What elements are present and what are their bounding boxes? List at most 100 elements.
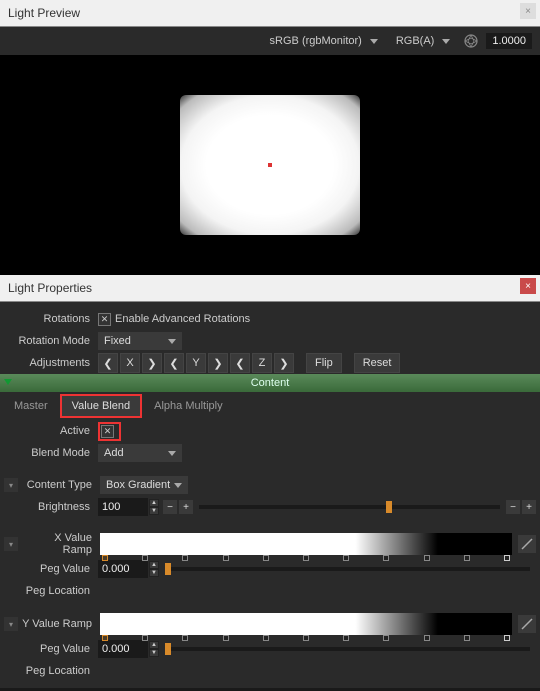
brightness-plus[interactable]: + [179, 500, 193, 514]
tab-alpha-multiply[interactable]: Alpha Multiply [144, 396, 232, 416]
channels-value: RGB(A) [396, 35, 435, 47]
x-ramp-handle-1[interactable] [142, 555, 148, 561]
tab-value-blend[interactable]: Value Blend [60, 394, 143, 418]
z-axis-button[interactable]: Z [252, 353, 272, 373]
rotation-mode-label: Rotation Mode [4, 335, 98, 347]
content-header-label: Content [251, 377, 290, 389]
brightness-row: Brightness ▲▼ − + − + [0, 496, 540, 518]
y-ramp-handle-end[interactable] [504, 635, 510, 641]
aperture-icon[interactable] [462, 32, 480, 50]
x-peg-value-input[interactable] [98, 560, 148, 578]
brightness-range-plus[interactable]: + [522, 500, 536, 514]
y-ramp-handle-5[interactable] [303, 635, 309, 641]
content-type-label: Content Type [22, 479, 100, 491]
y-peg-slider[interactable] [165, 647, 530, 651]
enable-adv-rotations-checkbox[interactable] [98, 313, 111, 326]
properties-title: Light Properties [8, 281, 92, 295]
brightness-spinner[interactable]: ▲▼ [149, 499, 159, 515]
close-properties-button[interactable]: × [520, 278, 536, 294]
content-type-select[interactable]: Box Gradient [100, 476, 188, 494]
x-right-button[interactable]: ❯ [142, 353, 162, 373]
x-ramp-handle-3[interactable] [223, 555, 229, 561]
y-peg-value-input[interactable] [98, 640, 148, 658]
adjustments-bar: ❮ X ❯ ❮ Y ❯ ❮ Z ❯ Flip Reset [98, 353, 400, 373]
y-axis-button[interactable]: Y [186, 353, 206, 373]
content-header[interactable]: Content [0, 374, 540, 392]
y-peg-location-label: Peg Location [4, 665, 98, 677]
close-preview-button[interactable]: × [520, 3, 536, 19]
chevron-down-icon [442, 39, 450, 44]
active-row: Active [0, 420, 540, 442]
x-ramp-handle-end[interactable] [504, 555, 510, 561]
y-ramp-handle-2[interactable] [182, 635, 188, 641]
center-marker [268, 163, 272, 167]
x-peg-spinner[interactable]: ▲▼ [149, 561, 159, 577]
brightness-input[interactable] [98, 498, 148, 516]
blend-mode-row: Blend Mode Add [0, 442, 540, 464]
x-ramp-curve-toggle[interactable] [518, 535, 536, 553]
x-ramp-handles [100, 555, 512, 561]
x-ramp-handle-7[interactable] [383, 555, 389, 561]
brightness-slider-handle[interactable] [386, 501, 392, 513]
active-checkbox[interactable] [101, 425, 114, 438]
y-peg-value-row: Peg Value ▲▼ [0, 638, 540, 660]
x-peg-location-row: Peg Location [0, 580, 540, 602]
x-peg-slider-handle[interactable] [165, 563, 171, 575]
y-ramp-handle-0[interactable] [102, 635, 108, 641]
chevron-down-icon [174, 483, 182, 488]
x-ramp-handle-2[interactable] [182, 555, 188, 561]
light-shape [180, 95, 360, 235]
z-right-button[interactable]: ❯ [274, 353, 294, 373]
blend-mode-select[interactable]: Add [98, 444, 182, 462]
x-peg-location-label: Peg Location [4, 585, 98, 597]
x-ramp-handle-9[interactable] [464, 555, 470, 561]
preview-viewport[interactable] [0, 55, 540, 275]
x-ramp-handle-8[interactable] [424, 555, 430, 561]
y-left-button[interactable]: ❮ [164, 353, 184, 373]
y-ramp-handle-7[interactable] [383, 635, 389, 641]
brightness-minus[interactable]: − [163, 500, 177, 514]
x-ramp-handle-0[interactable] [102, 555, 108, 561]
y-ramp-handle-9[interactable] [464, 635, 470, 641]
y-ramp-handle-8[interactable] [424, 635, 430, 641]
reset-button[interactable]: Reset [354, 353, 401, 373]
x-ramp-gradient[interactable] [100, 533, 512, 555]
y-ramp-label: Y Value Ramp [22, 618, 100, 630]
content-type-row: ▾ Content Type Box Gradient [0, 474, 540, 496]
collapse-content-type[interactable]: ▾ [4, 478, 18, 492]
brightness-slider[interactable] [199, 505, 500, 509]
chevron-down-icon [370, 39, 378, 44]
x-ramp-handle-6[interactable] [343, 555, 349, 561]
exposure-input[interactable]: 1.0000 [486, 33, 532, 49]
y-right-button[interactable]: ❯ [208, 353, 228, 373]
collapse-x-ramp[interactable]: ▾ [4, 537, 18, 551]
y-ramp-curve-toggle[interactable] [518, 615, 536, 633]
channels-dropdown[interactable]: RGB(A) [390, 33, 457, 49]
colorspace-dropdown[interactable]: sRGB (rgbMonitor) [264, 33, 384, 49]
y-ramp-handle-4[interactable] [263, 635, 269, 641]
tab-master[interactable]: Master [4, 396, 58, 416]
blend-mode-value: Add [104, 447, 124, 459]
y-ramp-gradient[interactable] [100, 613, 512, 635]
x-ramp-handle-5[interactable] [303, 555, 309, 561]
x-ramp-label: X Value Ramp [22, 532, 100, 556]
collapse-y-ramp[interactable]: ▾ [4, 617, 18, 631]
y-ramp-handle-3[interactable] [223, 635, 229, 641]
y-ramp-row: ▾ Y Value Ramp [0, 610, 540, 638]
blend-mode-label: Blend Mode [4, 447, 98, 459]
y-peg-slider-handle[interactable] [165, 643, 171, 655]
brightness-range-minus[interactable]: − [506, 500, 520, 514]
rotation-mode-select[interactable]: Fixed [98, 332, 182, 350]
x-peg-slider[interactable] [165, 567, 530, 571]
y-ramp-handle-6[interactable] [343, 635, 349, 641]
collapse-triangle-icon [4, 379, 12, 385]
x-ramp-handle-4[interactable] [263, 555, 269, 561]
flip-button[interactable]: Flip [306, 353, 342, 373]
x-ramp-row: ▾ X Value Ramp [0, 530, 540, 558]
x-left-button[interactable]: ❮ [98, 353, 118, 373]
z-left-button[interactable]: ❮ [230, 353, 250, 373]
x-axis-button[interactable]: X [120, 353, 140, 373]
y-ramp-handle-1[interactable] [142, 635, 148, 641]
y-peg-spinner[interactable]: ▲▼ [149, 641, 159, 657]
brightness-label: Brightness [4, 501, 98, 513]
